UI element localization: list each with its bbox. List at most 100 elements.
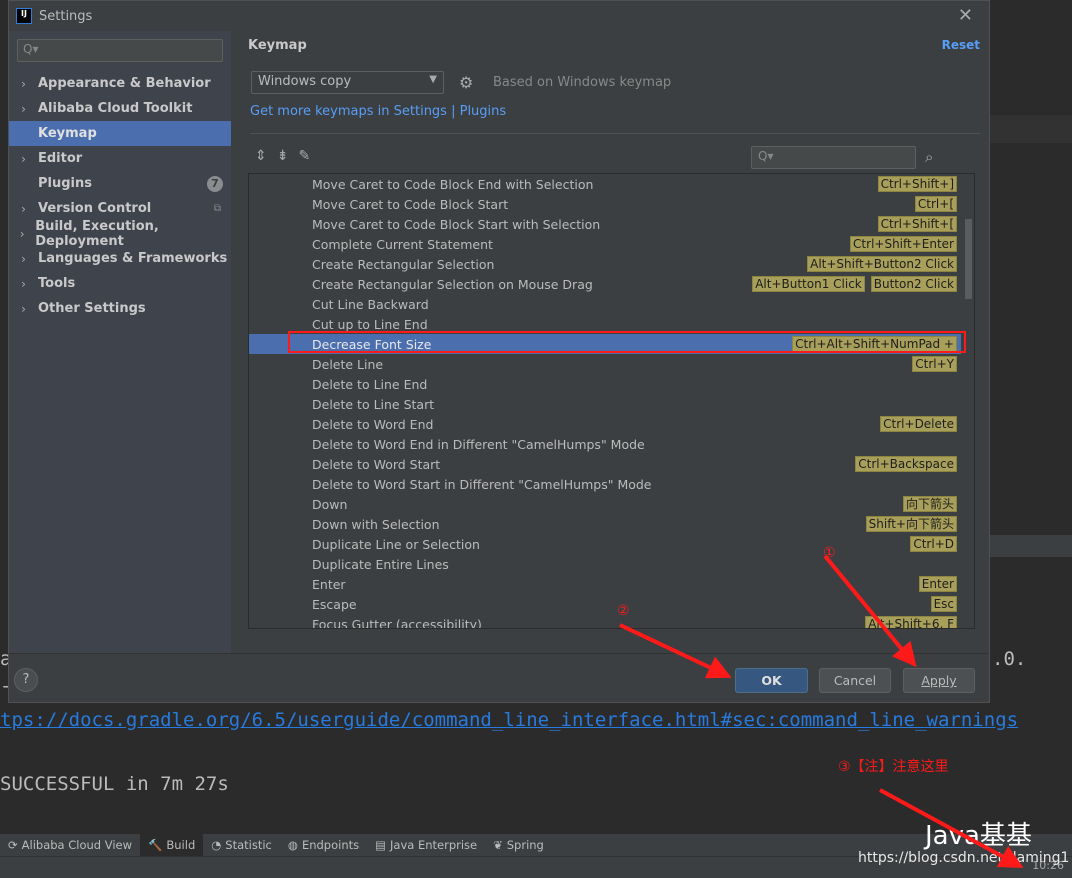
close-icon[interactable]: ✕ bbox=[958, 5, 973, 26]
shortcut-badge: Alt+Shift+6, F bbox=[865, 616, 957, 628]
action-name: Create Rectangular Selection on Mouse Dr… bbox=[312, 276, 593, 292]
tool-window-label: Statistic bbox=[225, 838, 272, 852]
cancel-button[interactable]: Cancel bbox=[819, 668, 891, 693]
chevron-right-icon: › bbox=[21, 101, 26, 116]
keymap-action-row[interactable]: Move Caret to Code Block Start Ctrl+[ bbox=[249, 194, 961, 214]
find-by-shortcut-icon[interactable]: ⌕ bbox=[925, 148, 933, 166]
sidebar-item-languages-frameworks[interactable]: › Languages & Frameworks bbox=[9, 246, 231, 271]
chevron-right-icon: › bbox=[21, 76, 26, 91]
collapse-all-icon[interactable]: ⇟ bbox=[277, 148, 289, 164]
keymap-filter-input[interactable]: Q▾ bbox=[751, 146, 916, 169]
edit-pencil-icon[interactable]: ✎ bbox=[298, 148, 310, 164]
keymap-action-row[interactable]: Delete to Word Start in Different "Camel… bbox=[249, 474, 961, 494]
tool-window-java-enterprise[interactable]: ▤ Java Enterprise bbox=[367, 834, 485, 856]
console-doc-link[interactable]: tps://docs.gradle.org/6.5/userguide/comm… bbox=[0, 709, 1018, 731]
sidebar-item-label: Editor bbox=[38, 151, 83, 166]
tool-window-build[interactable]: 🔨 Build bbox=[140, 834, 204, 856]
keymap-action-row[interactable]: Enter Enter bbox=[249, 574, 961, 594]
settings-search-input[interactable]: Q▾ bbox=[17, 39, 223, 62]
keymap-action-row[interactable]: Create Rectangular Selection on Mouse Dr… bbox=[249, 274, 961, 294]
keymap-action-row[interactable]: Duplicate Entire Lines bbox=[249, 554, 961, 574]
tool-window-label: Endpoints bbox=[301, 838, 360, 852]
keymap-action-row[interactable]: Delete to Line End bbox=[249, 374, 961, 394]
keymap-action-row[interactable]: Focus Gutter (accessibility) Alt+Shift+6,… bbox=[249, 614, 961, 629]
shortcut-badge: Ctrl+Backspace bbox=[855, 456, 957, 472]
tool-window-label: Java Enterprise bbox=[390, 838, 478, 852]
keymap-action-row[interactable]: Delete to Word Start Ctrl+Backspace bbox=[249, 454, 961, 474]
sidebar-item-keymap[interactable]: Keymap bbox=[9, 121, 231, 146]
tool-window-statistic[interactable]: ◔ Statistic bbox=[203, 834, 280, 856]
intellij-logo-icon: IJ bbox=[16, 8, 32, 24]
shortcut-badge: Shift+向下箭头 bbox=[865, 516, 957, 532]
action-name: Move Caret to Code Block Start bbox=[312, 196, 509, 212]
keymap-action-row[interactable]: Create Rectangular Selection Alt+Shift+Bu… bbox=[249, 254, 961, 274]
sidebar-item-label: Appearance & Behavior bbox=[38, 76, 211, 91]
search-icon: Q▾ bbox=[23, 42, 39, 56]
tool-window-icon: 🔨 bbox=[148, 838, 163, 852]
annotation-3: ③【注】注意这里 bbox=[838, 759, 949, 775]
shortcut-badge: Alt+Shift+Button2 Click bbox=[807, 256, 957, 272]
shortcut-badge: Button2 Click bbox=[870, 276, 957, 292]
sidebar-item-plugins[interactable]: Plugins 7 bbox=[9, 171, 231, 196]
keymap-action-row[interactable]: Delete to Word End Ctrl+Delete bbox=[249, 414, 961, 434]
expand-all-icon[interactable]: ⇕ bbox=[255, 148, 267, 164]
sidebar-item-build-execution-deployment[interactable]: › Build, Execution, Deployment bbox=[9, 219, 231, 249]
sidebar-item-editor[interactable]: › Editor bbox=[9, 146, 231, 171]
chevron-down-icon: ▼ bbox=[429, 74, 437, 85]
keymap-action-row[interactable]: Delete to Word End in Different "CamelHu… bbox=[249, 434, 961, 454]
ok-button[interactable]: OK bbox=[735, 668, 808, 693]
shortcut-badge: Ctrl+Delete bbox=[880, 416, 957, 432]
sidebar-item-label: Languages & Frameworks bbox=[38, 251, 228, 266]
help-button[interactable]: ? bbox=[14, 668, 38, 692]
action-name: Create Rectangular Selection bbox=[312, 256, 495, 272]
divider bbox=[9, 653, 989, 654]
keymap-action-row[interactable]: Down with Selection Shift+向下箭头 bbox=[249, 514, 961, 534]
tool-window-spring[interactable]: ❦ Spring bbox=[485, 834, 552, 856]
chevron-right-icon: › bbox=[21, 201, 26, 216]
chevron-right-icon: › bbox=[19, 226, 25, 241]
apply-button[interactable]: Apply bbox=[903, 668, 975, 693]
action-name: Cut up to Line End bbox=[312, 316, 428, 332]
tool-window-icon: ⟳ bbox=[8, 838, 18, 852]
sidebar-item-alibaba-cloud-toolkit[interactable]: › Alibaba Cloud Toolkit bbox=[9, 96, 231, 121]
reset-link[interactable]: Reset bbox=[942, 38, 980, 52]
keymap-action-row[interactable]: Delete Line Ctrl+Y bbox=[249, 354, 961, 374]
keymap-select[interactable]: Windows copy ▼ bbox=[251, 71, 444, 94]
keymap-action-row[interactable]: Down 向下箭头 bbox=[249, 494, 961, 514]
sidebar-item-version-control[interactable]: › Version Control ⧉ bbox=[9, 196, 231, 221]
plugins-update-badge: 7 bbox=[207, 175, 223, 192]
watermark-logo: Java基基 bbox=[925, 821, 1032, 851]
keymap-action-row[interactable]: Cut Line Backward bbox=[249, 294, 961, 314]
ide-editor-strip bbox=[990, 115, 1072, 143]
keymap-action-row[interactable]: Delete to Line Start bbox=[249, 394, 961, 414]
keymap-action-row[interactable]: Duplicate Line or Selection Ctrl+D bbox=[249, 534, 961, 554]
page-title: Keymap bbox=[248, 38, 307, 53]
gear-icon[interactable]: ⚙ bbox=[459, 73, 473, 92]
tool-window-endpoints[interactable]: ◍ Endpoints bbox=[280, 834, 367, 856]
sidebar-item-label: Plugins bbox=[38, 176, 92, 191]
tool-window-icon: ◔ bbox=[211, 838, 222, 852]
sidebar-item-tools[interactable]: › Tools bbox=[9, 271, 231, 296]
chevron-right-icon: › bbox=[21, 251, 26, 266]
project-level-icon: ⧉ bbox=[213, 203, 221, 214]
sidebar-item-label: Other Settings bbox=[38, 301, 146, 316]
shortcut-badge: Ctrl+[ bbox=[914, 196, 957, 212]
sidebar-item-label: Version Control bbox=[38, 201, 152, 216]
action-name: Duplicate Entire Lines bbox=[312, 556, 449, 572]
keymap-action-row[interactable]: Move Caret to Code Block End with Select… bbox=[249, 174, 961, 194]
keymap-action-row[interactable]: Complete Current Statement Ctrl+Shift+Ent… bbox=[249, 234, 961, 254]
get-more-keymaps-link[interactable]: Get more keymaps in Settings | Plugins bbox=[250, 104, 506, 119]
tool-window-icon: ▤ bbox=[375, 838, 386, 852]
tool-window-label: Alibaba Cloud View bbox=[21, 838, 133, 852]
sidebar-item-appearance-behavior[interactable]: › Appearance & Behavior bbox=[9, 71, 231, 96]
scrollbar[interactable] bbox=[965, 219, 972, 299]
chevron-right-icon: › bbox=[21, 276, 26, 291]
action-name: Down bbox=[312, 496, 348, 512]
tool-window-alibaba-cloud-view[interactable]: ⟳ Alibaba Cloud View bbox=[0, 834, 140, 856]
shortcut-badge: Ctrl+Shift+[ bbox=[877, 216, 957, 232]
based-on-label: Based on Windows keymap bbox=[493, 75, 672, 90]
keymap-action-row[interactable]: Move Caret to Code Block Start with Sele… bbox=[249, 214, 961, 234]
action-name: Focus Gutter (accessibility) bbox=[312, 616, 482, 629]
keymap-action-row[interactable]: Escape Esc bbox=[249, 594, 961, 614]
sidebar-item-other-settings[interactable]: › Other Settings bbox=[9, 296, 231, 321]
